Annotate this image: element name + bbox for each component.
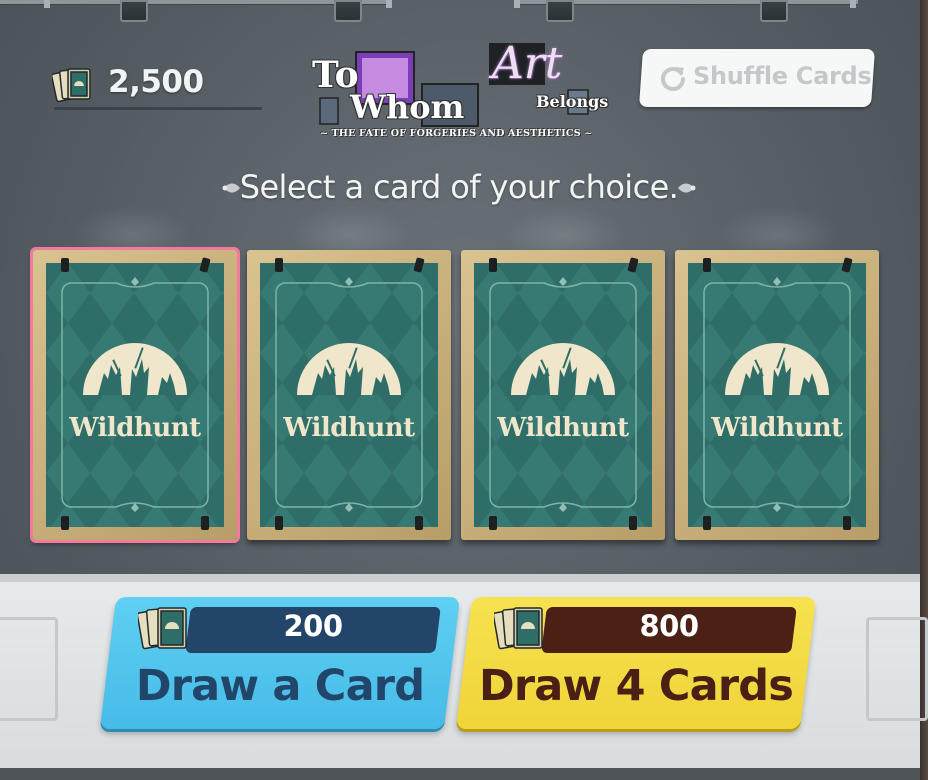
card-slot-2[interactable]: Wildhunt bbox=[247, 250, 451, 540]
frame-clip bbox=[843, 516, 851, 530]
draw-a-card-button[interactable]: 200 Draw a Card bbox=[99, 597, 461, 729]
draw-a-card-cost: 200 bbox=[283, 609, 343, 643]
game-logo: To Whom Art Belongs ~ THE FATE OF FORGER… bbox=[306, 38, 609, 146]
frame-clip bbox=[489, 516, 497, 530]
card-stack-icon bbox=[138, 607, 187, 650]
draw-a-card-label: Draw a Card bbox=[135, 661, 425, 711]
card-stack-icon bbox=[52, 68, 91, 103]
card-back: Wildhunt bbox=[260, 263, 438, 527]
draw-4-cards-label: Draw 4 Cards bbox=[478, 661, 794, 711]
currency-underline bbox=[54, 107, 262, 110]
game-screen: 2,500 To Whom Art Belongs ~ THE FATE OF … bbox=[0, 0, 928, 780]
frame-clip bbox=[703, 258, 711, 272]
logo-text-belongs: Belongs bbox=[536, 92, 609, 111]
draw-4-cards-cost: 800 bbox=[639, 609, 699, 643]
logo-text-art: Art bbox=[492, 38, 563, 89]
card-back-art bbox=[260, 263, 438, 527]
frame-clip bbox=[489, 258, 497, 272]
card-back: Wildhunt bbox=[46, 263, 224, 527]
rail-end bbox=[386, 0, 392, 8]
instruction-banner: Select a card of your choice. bbox=[214, 166, 704, 210]
shuffle-cards-button[interactable]: Shuffle Cards bbox=[638, 49, 876, 107]
rail-end bbox=[44, 0, 50, 8]
draw-4-cards-button[interactable]: 800 Draw 4 Cards bbox=[455, 597, 817, 729]
card-title: Wildhunt bbox=[497, 413, 629, 443]
frame-clip bbox=[275, 516, 283, 530]
rail-post bbox=[120, 0, 148, 22]
logo-text-whom: Whom bbox=[350, 88, 465, 126]
card-back-art bbox=[474, 263, 652, 527]
card-slot-3[interactable]: Wildhunt bbox=[461, 250, 665, 540]
rail-post bbox=[760, 0, 788, 22]
frame-clip bbox=[415, 516, 423, 530]
card-title: Wildhunt bbox=[283, 413, 415, 443]
shelf-side-panel-right bbox=[866, 617, 928, 721]
frame-clip bbox=[629, 516, 637, 530]
rail-end bbox=[514, 0, 520, 8]
shelf-edge bbox=[0, 574, 920, 582]
frame-clip bbox=[61, 258, 69, 272]
card-back: Wildhunt bbox=[474, 263, 652, 527]
card-title: Wildhunt bbox=[711, 413, 843, 443]
instruction-text: Select a card of your choice. bbox=[239, 168, 679, 206]
card-slot-1[interactable]: Wildhunt bbox=[33, 250, 237, 540]
rail-post bbox=[334, 0, 362, 22]
shelf-base bbox=[0, 768, 920, 780]
card-back-art bbox=[46, 263, 224, 527]
shelf-side-panel-left bbox=[0, 617, 58, 721]
card-title: Wildhunt bbox=[69, 413, 201, 443]
flourish-right-icon bbox=[678, 183, 696, 193]
card-back-art bbox=[688, 263, 866, 527]
rail-end bbox=[850, 0, 856, 8]
logo-subtitle: ~ THE FATE OF FORGERIES AND AESTHETICS ~ bbox=[320, 128, 593, 139]
frame-clip bbox=[61, 516, 69, 530]
refresh-icon bbox=[661, 67, 685, 91]
frame-clip bbox=[703, 516, 711, 530]
currency-amount: 2,500 bbox=[108, 64, 204, 100]
frame-clip bbox=[201, 516, 209, 530]
shuffle-cards-label: Shuffle Cards bbox=[693, 62, 872, 90]
frame-clip bbox=[275, 258, 283, 272]
currency-display: 2,500 bbox=[52, 62, 264, 110]
rail-post bbox=[546, 0, 574, 22]
card-slot-4[interactable]: Wildhunt bbox=[675, 250, 879, 540]
card-stack-icon bbox=[494, 607, 543, 650]
card-back: Wildhunt bbox=[688, 263, 866, 527]
